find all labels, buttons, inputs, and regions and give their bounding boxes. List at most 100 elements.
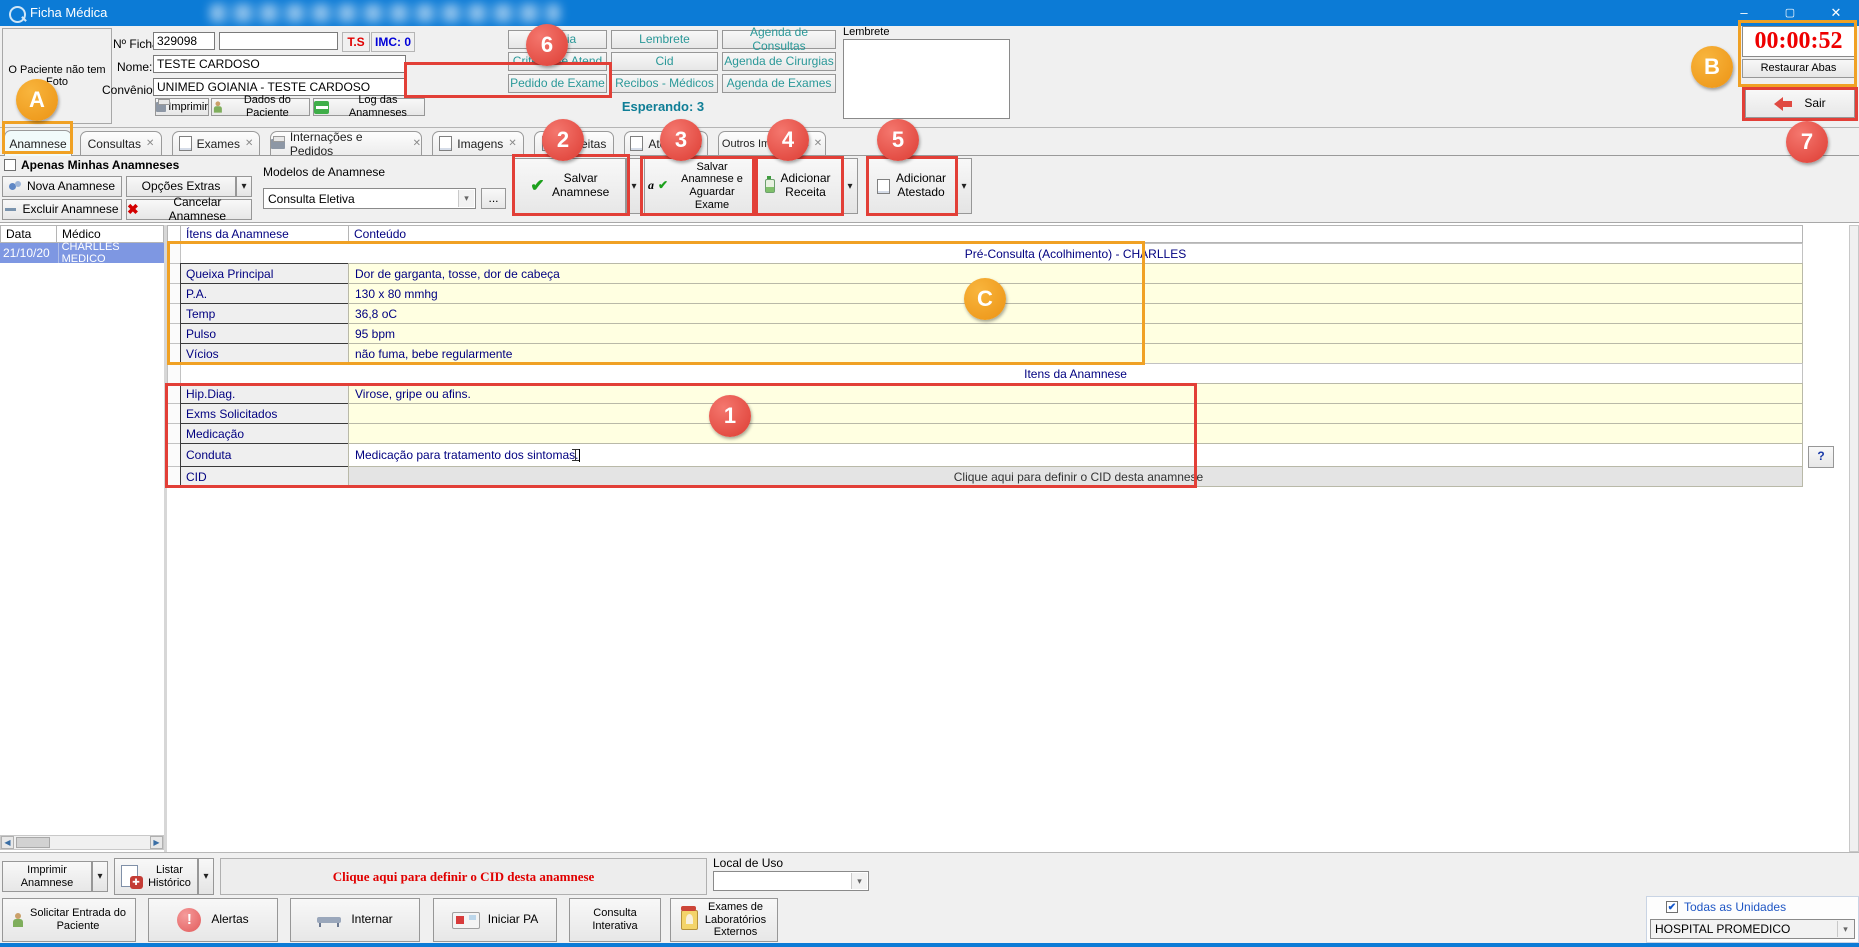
annotation-box-2 bbox=[512, 154, 630, 216]
cid-banner[interactable]: Clique aqui para definir o CID desta ana… bbox=[220, 858, 707, 895]
listar-historico-button[interactable]: Listar Histórico bbox=[114, 858, 198, 895]
new-anamnese-icon bbox=[9, 181, 21, 193]
nome-input[interactable] bbox=[153, 55, 406, 73]
scroll-right-icon[interactable]: ▶ bbox=[150, 836, 163, 849]
ts-badge[interactable]: T.S bbox=[342, 32, 370, 52]
scroll-left-icon[interactable]: ◀ bbox=[1, 836, 14, 849]
agenda-exames-button[interactable]: Agenda de Exames bbox=[722, 74, 836, 93]
opcoes-extras-dropdown[interactable]: ▾ bbox=[236, 176, 252, 197]
row-selector[interactable] bbox=[167, 363, 181, 384]
log-das-anamneses-button[interactable]: Log das Anamneses bbox=[313, 98, 425, 116]
internar-button[interactable]: Internar bbox=[290, 898, 420, 942]
nova-anamnese-button[interactable]: Nova Anamnese bbox=[2, 176, 122, 197]
history-column-data[interactable]: Data bbox=[0, 225, 57, 243]
opcoes-extras-button[interactable]: Opções Extras bbox=[126, 176, 236, 197]
apenas-minhas-checkbox[interactable] bbox=[4, 159, 16, 171]
iniciar-pa-button[interactable]: Iniciar PA bbox=[433, 898, 557, 942]
ambulance-icon bbox=[452, 912, 480, 929]
help-button[interactable]: ? bbox=[1808, 446, 1834, 468]
window-bottom-border bbox=[0, 943, 1859, 947]
cid-button[interactable]: Cid bbox=[611, 52, 718, 71]
excluir-anamnese-button[interactable]: Excluir Anamnese bbox=[2, 199, 122, 220]
modelo-anamnese-select[interactable]: Consulta Eletiva ▾ bbox=[263, 188, 476, 209]
remove-icon bbox=[5, 208, 16, 211]
cancel-icon: ✖ bbox=[127, 201, 139, 217]
agenda-cirurgias-button[interactable]: Agenda de Cirurgias bbox=[722, 52, 836, 71]
listar-historico-dropdown[interactable]: ▾ bbox=[198, 858, 214, 895]
lembrete-textarea[interactable] bbox=[843, 39, 1010, 119]
lembrete-button[interactable]: Lembrete bbox=[611, 30, 718, 49]
convenio-input[interactable] bbox=[153, 78, 406, 96]
todas-unidades-checkbox[interactable]: ✔ bbox=[1666, 901, 1678, 913]
alertas-button[interactable]: ! Alertas bbox=[148, 898, 278, 942]
document-icon bbox=[439, 136, 452, 151]
close-tab-icon[interactable]: ✕ bbox=[413, 138, 421, 149]
tab-imagens[interactable]: Imagens✕ bbox=[432, 131, 524, 155]
close-tab-icon[interactable]: ✕ bbox=[814, 138, 822, 149]
history-row-selected[interactable]: 21/10/20 CHARLLES MEDICO bbox=[0, 243, 164, 263]
unidade-select[interactable]: HOSPITAL PROMEDICO ▾ bbox=[1650, 919, 1855, 939]
annotation-circle-1: 1 bbox=[709, 395, 751, 437]
adicionar-atestado-dropdown[interactable]: ▾ bbox=[956, 158, 972, 214]
lab-sample-icon bbox=[681, 910, 698, 930]
scrollbar-thumb[interactable] bbox=[16, 837, 50, 848]
exames-laboratorios-button[interactable]: Exames de Laboratórios Externos bbox=[670, 898, 778, 942]
nome-label: Nome: bbox=[117, 60, 152, 74]
imprimir-anamnese-button[interactable]: Imprimir Anamnese bbox=[2, 861, 92, 892]
imprimir-paciente-button[interactable]: Imprimir bbox=[155, 98, 209, 116]
group-row-itens: Itens da Anamnese bbox=[180, 363, 1803, 384]
modelos-label: Modelos de Anamnese bbox=[263, 165, 385, 179]
ficha-input[interactable] bbox=[153, 32, 215, 50]
tab-internacoes-pedidos[interactable]: Internações e Pedidos✕ bbox=[270, 131, 422, 155]
history-row-doctor: CHARLLES MEDICO bbox=[59, 243, 164, 263]
tab-strip: Anamnese Consultas✕ Exames✕ Internações … bbox=[0, 129, 1859, 156]
annotation-box-4 bbox=[752, 156, 844, 216]
solicitar-entrada-button[interactable]: Solicitar Entrada do Paciente bbox=[2, 898, 136, 942]
agenda-consultas-button[interactable]: Agenda de Consultas bbox=[722, 30, 836, 49]
tab-consultas[interactable]: Consultas✕ bbox=[80, 131, 162, 155]
annotation-box-5 bbox=[866, 156, 958, 216]
window-title: Ficha Médica bbox=[30, 5, 107, 20]
modelo-more-button[interactable]: ... bbox=[481, 188, 506, 209]
annotation-circle-3: 3 bbox=[660, 119, 702, 161]
cancelar-anamnese-button[interactable]: ✖ Cancelar Anamnese bbox=[126, 199, 252, 220]
esperando-status: Esperando: 3 bbox=[508, 99, 818, 114]
history-row-date: 21/10/20 bbox=[0, 243, 59, 263]
title-bar: Ficha Médica – ▢ ✕ bbox=[0, 0, 1859, 26]
consulta-interativa-button[interactable]: Consulta Interativa bbox=[569, 898, 661, 942]
recibos-medicos-button[interactable]: Recibos - Médicos bbox=[611, 74, 718, 93]
annotation-circle-4: 4 bbox=[767, 119, 809, 161]
local-de-uso-label: Local de Uso bbox=[713, 856, 783, 870]
close-tab-icon[interactable]: ✕ bbox=[245, 138, 253, 149]
annotation-box-7 bbox=[1742, 87, 1858, 121]
history-shield-icon bbox=[121, 865, 143, 889]
local-de-uso-select[interactable]: ▾ bbox=[713, 871, 869, 891]
printer-icon bbox=[156, 102, 166, 112]
annotation-box-3 bbox=[640, 156, 758, 216]
close-tab-icon[interactable]: ✕ bbox=[146, 138, 154, 149]
annotation-circle-5: 5 bbox=[877, 119, 919, 161]
close-tab-icon[interactable]: ✕ bbox=[508, 138, 516, 149]
annotation-circle-b: B bbox=[1691, 46, 1733, 88]
dados-do-paciente-button[interactable]: Dados do Paciente bbox=[211, 98, 310, 116]
ficha-medica-window: Ficha Médica – ▢ ✕ O Paciente não tem Fo… bbox=[0, 0, 1859, 947]
tab-exames[interactable]: Exames✕ bbox=[172, 131, 260, 155]
lembrete-panel-label: Lembrete bbox=[843, 26, 889, 38]
annotation-circle-a: A bbox=[16, 79, 58, 121]
todas-unidades-label: Todas as Unidades bbox=[1684, 900, 1786, 914]
annotation-circle-2: 2 bbox=[542, 119, 584, 161]
imc-badge[interactable]: IMC: 0 bbox=[371, 32, 415, 52]
chevron-down-icon[interactable]: ▾ bbox=[1837, 921, 1853, 937]
patient-entry-icon bbox=[12, 913, 24, 927]
adicionar-receita-dropdown[interactable]: ▾ bbox=[842, 158, 858, 214]
imprimir-anamnese-dropdown[interactable]: ▾ bbox=[92, 861, 108, 892]
vertical-scrollbar[interactable] bbox=[1849, 225, 1859, 852]
ficha-extra-input[interactable] bbox=[219, 32, 338, 50]
annotation-box-6 bbox=[404, 62, 612, 98]
annotation-circle-6: 6 bbox=[526, 24, 568, 66]
log-icon bbox=[314, 101, 329, 114]
annotation-box-b bbox=[1738, 20, 1857, 87]
printer-icon bbox=[271, 139, 285, 149]
chevron-down-icon[interactable]: ▾ bbox=[851, 873, 867, 889]
chevron-down-icon[interactable]: ▾ bbox=[458, 190, 474, 207]
